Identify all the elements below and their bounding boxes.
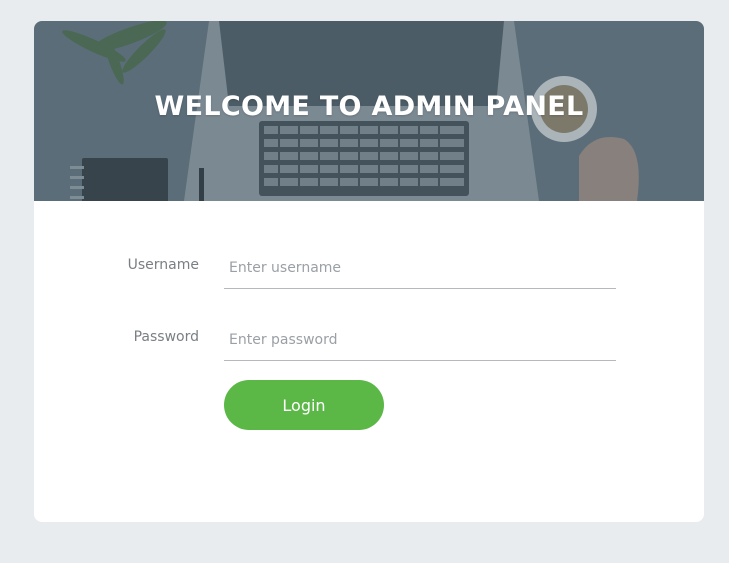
header-banner: WELCOME TO ADMIN PANEL bbox=[34, 21, 704, 201]
username-row: Username bbox=[34, 247, 704, 289]
password-input[interactable] bbox=[224, 319, 616, 361]
password-row: Password bbox=[34, 319, 704, 361]
username-label: Username bbox=[127, 257, 199, 273]
username-input[interactable] bbox=[224, 247, 616, 289]
login-card: WELCOME TO ADMIN PANEL Username Password… bbox=[34, 21, 704, 522]
page-title: WELCOME TO ADMIN PANEL bbox=[154, 91, 584, 122]
login-button[interactable]: Login bbox=[224, 380, 384, 430]
password-label: Password bbox=[133, 329, 199, 345]
